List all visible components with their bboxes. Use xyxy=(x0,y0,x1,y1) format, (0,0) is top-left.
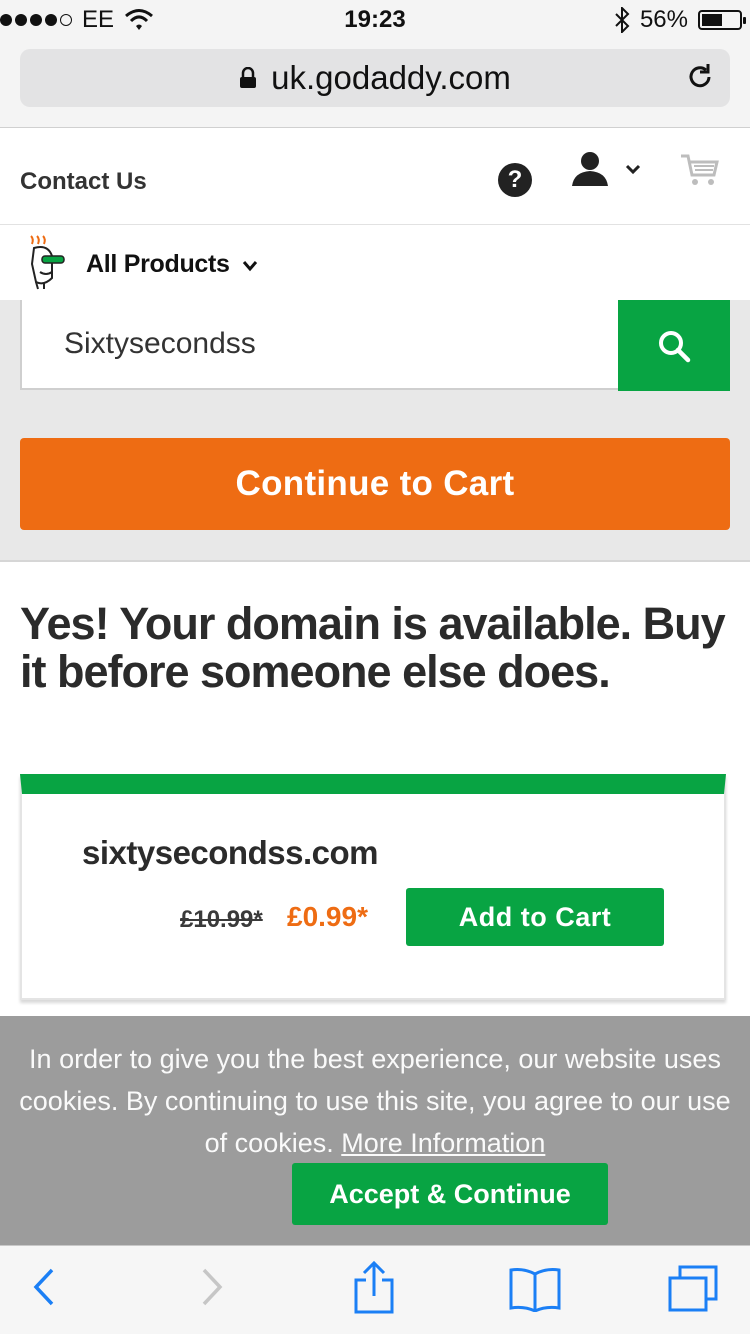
tabs-icon[interactable] xyxy=(666,1264,720,1314)
search-input-value: Sixtysecondss xyxy=(64,327,256,360)
user-icon[interactable] xyxy=(570,151,610,187)
reload-icon[interactable] xyxy=(684,61,716,93)
bluetooth-icon xyxy=(615,7,630,33)
browser-toolbar xyxy=(0,1245,750,1334)
cookie-banner: In order to give you the best experience… xyxy=(0,1016,750,1245)
old-price: £10.99* xyxy=(180,906,263,933)
battery-icon xyxy=(698,10,746,30)
status-bar: EE 19:23 56% xyxy=(0,0,750,40)
new-price: £0.99* xyxy=(287,901,368,932)
domain-name: sixtysecondss.com xyxy=(82,834,378,871)
domain-result-card: sixtysecondss.com £10.99* £0.99* Add to … xyxy=(20,774,726,1000)
battery-percent: 56% xyxy=(639,6,688,33)
url-text: uk.godaddy.com xyxy=(271,59,511,96)
continue-to-cart-button[interactable]: Continue to Cart xyxy=(20,438,730,530)
chevron-down-icon[interactable] xyxy=(624,163,642,175)
site-header: Contact Us ? xyxy=(0,129,750,225)
search-button[interactable] xyxy=(618,300,730,391)
contact-us-link[interactable]: Contact Us xyxy=(20,168,147,196)
forward-icon[interactable] xyxy=(198,1264,226,1310)
cart-icon[interactable] xyxy=(680,153,720,187)
bookmarks-icon[interactable] xyxy=(508,1266,562,1312)
status-right: 56% xyxy=(614,6,746,34)
add-to-cart-button[interactable]: Add to Cart xyxy=(406,888,664,946)
search-panel: Sixtysecondss Continue to Cart xyxy=(0,300,750,562)
search-icon xyxy=(659,330,691,362)
chevron-down-icon[interactable] xyxy=(242,260,258,272)
lock-icon xyxy=(240,67,257,88)
back-icon[interactable] xyxy=(30,1264,58,1310)
share-icon[interactable] xyxy=(352,1260,396,1316)
accept-continue-button[interactable]: Accept & Continue xyxy=(292,1163,608,1225)
help-icon[interactable]: ? xyxy=(498,163,532,197)
search-input[interactable]: Sixtysecondss xyxy=(20,300,620,390)
address-bar[interactable]: uk.godaddy.com xyxy=(20,49,730,107)
browser-address-area: uk.godaddy.com xyxy=(0,40,750,128)
more-information-link[interactable]: More Information xyxy=(341,1128,545,1158)
mascot-logo[interactable] xyxy=(26,234,68,290)
availability-headline: Yes! Your domain is available. Buy it be… xyxy=(20,598,726,697)
products-nav: All Products xyxy=(0,226,750,300)
cookie-message: In order to give you the best experience… xyxy=(10,1038,740,1164)
all-products-menu[interactable]: All Products xyxy=(86,250,230,279)
